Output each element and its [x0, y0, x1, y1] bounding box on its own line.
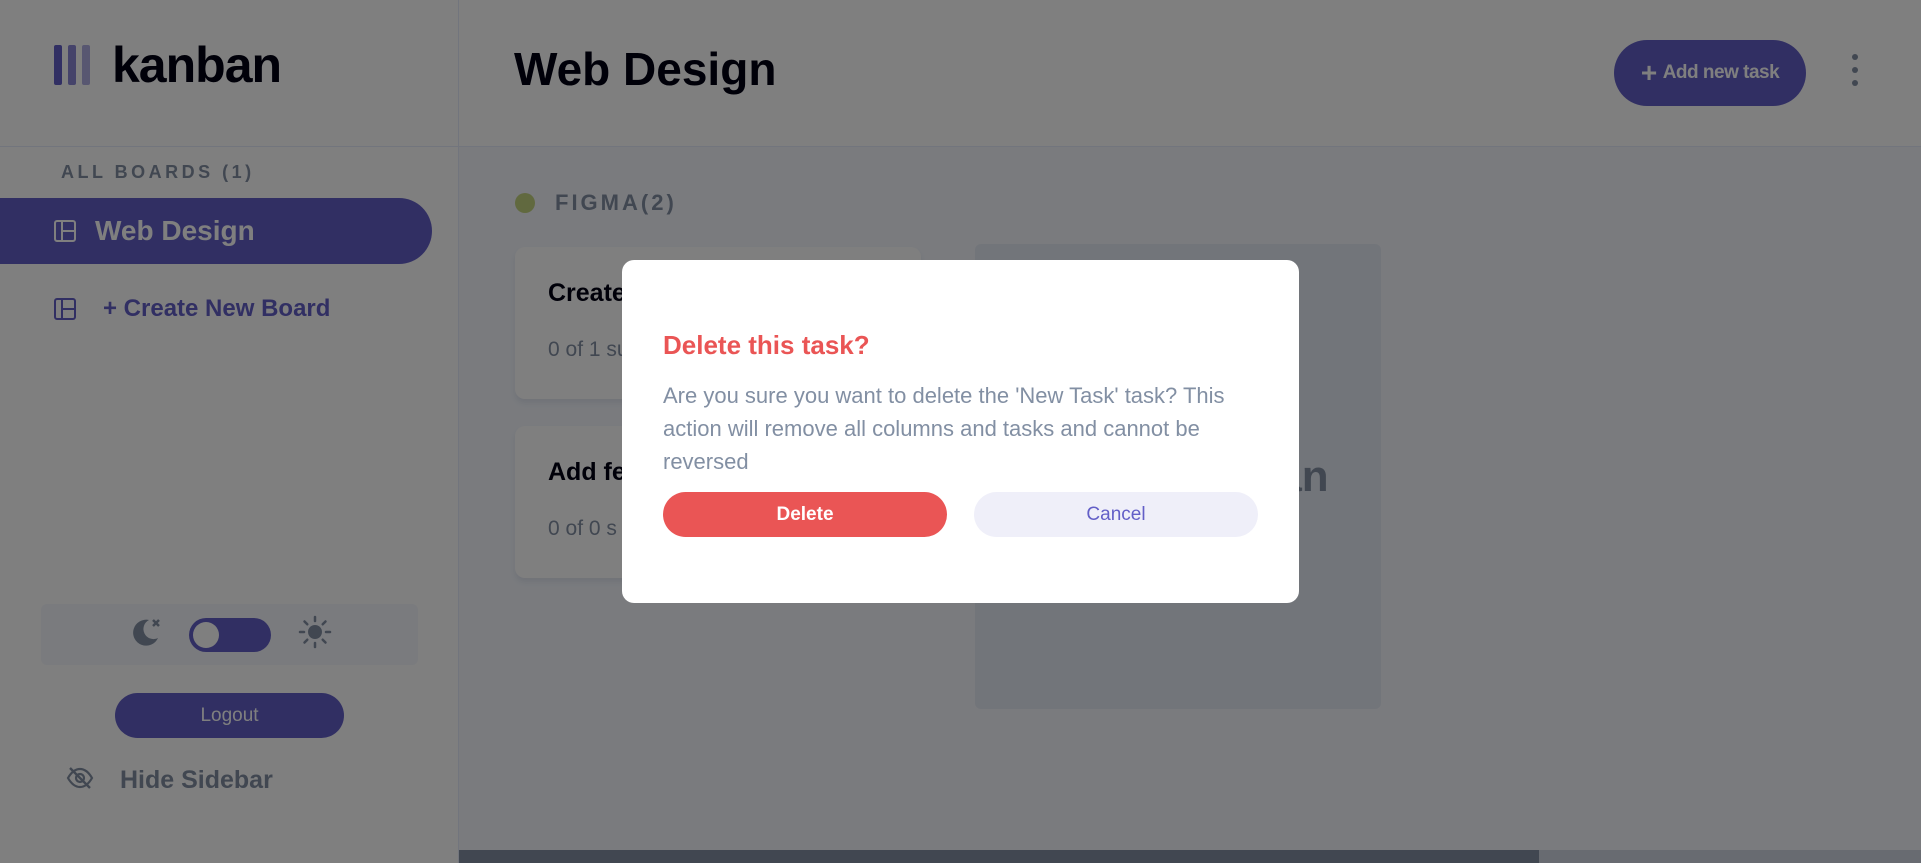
delete-button[interactable]: Delete — [663, 492, 947, 537]
dialog-message: Are you sure you want to delete the 'New… — [663, 383, 1225, 474]
dialog-actions: Delete Cancel — [663, 492, 1258, 537]
cancel-button[interactable]: Cancel — [974, 492, 1258, 537]
delete-task-dialog: Delete this task? Are you sure you want … — [622, 260, 1299, 603]
dialog-title: Delete this task? — [663, 330, 870, 360]
